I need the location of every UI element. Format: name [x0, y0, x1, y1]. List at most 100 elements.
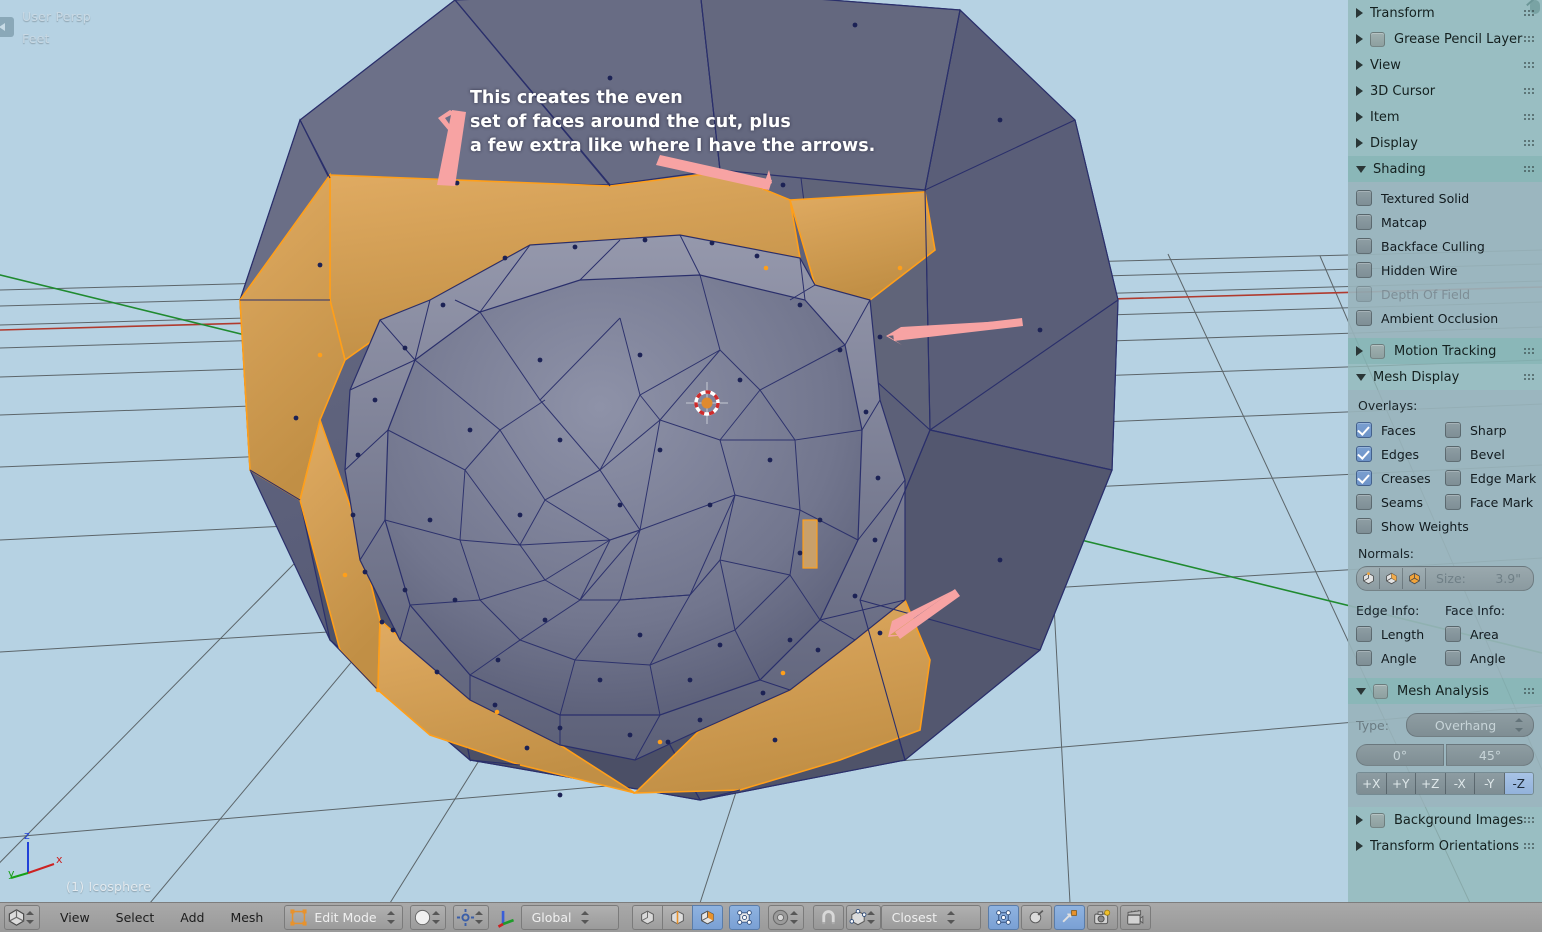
face-select-mode-button[interactable] [691, 905, 723, 930]
edge-select-mode-button[interactable] [661, 905, 692, 930]
panel-header-item[interactable]: Item [1348, 104, 1542, 130]
panel-grip-icon[interactable] [1523, 841, 1536, 851]
panel-enable-checkbox[interactable] [1370, 343, 1385, 359]
panel-grip-icon[interactable] [1523, 8, 1536, 18]
panel-grip-icon[interactable] [1523, 346, 1536, 356]
overlay-bevel[interactable]: Bevel [1445, 442, 1534, 466]
transform-orientation-selector[interactable]: Global [496, 905, 622, 930]
checkbox[interactable] [1356, 494, 1372, 510]
checkbox[interactable] [1445, 494, 1461, 510]
checkbox[interactable] [1356, 262, 1372, 278]
proportional-editing-dropdown[interactable] [767, 905, 804, 930]
checkbox[interactable] [1356, 470, 1372, 486]
render-animation-button[interactable] [1119, 905, 1151, 930]
viewport-shading-selector[interactable] [409, 905, 449, 930]
panel-enable-checkbox[interactable] [1370, 31, 1385, 47]
option-backface-culling[interactable]: Backface Culling [1356, 234, 1534, 258]
snap-target-dropdown[interactable]: Closest [880, 905, 981, 930]
vertex-normal-icon[interactable] [1357, 568, 1380, 589]
editor-type-dropdown[interactable] [4, 905, 40, 930]
panel-header-3d-cursor[interactable]: 3D Cursor [1348, 78, 1542, 104]
panel-header-grease-pencil-layers[interactable]: Grease Pencil Layers [1348, 26, 1542, 52]
panel-header-transform[interactable]: Transform [1348, 0, 1542, 26]
3d-viewport[interactable]: User Persp Feet This creates the even se… [0, 0, 1542, 903]
axis-button-plus-y[interactable]: +Y [1386, 773, 1416, 794]
panel-grip-icon[interactable] [1523, 815, 1536, 825]
analysis-range-max[interactable]: 45° [1446, 744, 1534, 766]
edge-info-length[interactable]: Length [1356, 622, 1445, 646]
checkbox[interactable] [1445, 446, 1461, 462]
face-info-angle[interactable]: Angle [1445, 646, 1534, 670]
menu-mesh[interactable]: Mesh [217, 906, 276, 929]
overlay-creases[interactable]: Creases [1356, 466, 1445, 490]
panel-header-mesh-analysis[interactable]: Mesh Analysis [1348, 678, 1542, 704]
mesh-select-mode-group[interactable] [631, 905, 725, 930]
panel-grip-icon[interactable] [1523, 686, 1536, 696]
snapping-group[interactable]: Closest [812, 905, 984, 930]
checkbox[interactable] [1445, 626, 1461, 642]
checkbox[interactable] [1356, 190, 1372, 206]
checkbox[interactable] [1356, 422, 1372, 438]
checkbox[interactable] [1356, 214, 1372, 230]
checkbox[interactable] [1445, 470, 1461, 486]
panel-header-view[interactable]: View [1348, 52, 1542, 78]
panel-enable-checkbox[interactable] [1373, 683, 1388, 699]
analysis-axis-buttons[interactable]: +X +Y +Z -X -Y -Z [1356, 772, 1534, 795]
mode-dropdown[interactable]: Edit Mode [284, 905, 403, 930]
overlay-edge-mark[interactable]: Edge Mark [1445, 466, 1536, 490]
axis-button-minus-y[interactable]: -Y [1475, 773, 1505, 794]
panel-header-motion-tracking[interactable]: Motion Tracking [1348, 338, 1542, 364]
panel-grip-icon[interactable] [1523, 34, 1536, 44]
panel-grip-icon[interactable] [1523, 60, 1536, 70]
proportional-editing-group[interactable] [767, 905, 807, 930]
panel-header-background-images[interactable]: Background Images [1348, 807, 1542, 833]
viewport-toolbar-collapse-arrow[interactable] [0, 17, 14, 37]
option-textured-solid[interactable]: Textured Solid [1356, 186, 1534, 210]
snap-element-dropdown[interactable] [845, 905, 881, 930]
analysis-type-dropdown[interactable]: Overhang [1406, 713, 1534, 737]
option-ambient-occlusion[interactable]: Ambient Occlusion [1356, 306, 1534, 330]
menu-add[interactable]: Add [167, 906, 217, 929]
interaction-mode-selector[interactable]: Edit Mode [284, 905, 405, 930]
checkbox[interactable] [1356, 238, 1372, 254]
panel-grip-icon[interactable] [1523, 164, 1536, 174]
split-normal-icon[interactable] [1380, 568, 1403, 589]
view-properties-panel[interactable]: Transform Grease Pencil Layers View 3D C… [1348, 0, 1542, 903]
header-menus[interactable]: View Select Add Mesh [47, 906, 276, 929]
shading-dropdown[interactable] [409, 905, 446, 930]
normals-size-slider[interactable]: Size: 3.9" [1426, 571, 1533, 586]
overlay-toggles-group[interactable] [987, 905, 1153, 930]
checkbox[interactable] [1356, 310, 1372, 326]
overlay-sharp[interactable]: Sharp [1445, 418, 1534, 442]
panel-header-transform-orientations[interactable]: Transform Orientations [1348, 833, 1542, 859]
editor-type-selector[interactable] [4, 905, 43, 930]
pivot-point-selector[interactable] [452, 905, 492, 930]
pivot-dropdown[interactable] [452, 905, 489, 930]
option-hidden-wire[interactable]: Hidden Wire [1356, 258, 1534, 282]
occlude-geometry-button[interactable] [1020, 905, 1052, 930]
limit-selection-to-visible-button[interactable] [728, 905, 760, 930]
checkbox[interactable] [1356, 650, 1372, 666]
panel-grip-icon[interactable] [1523, 372, 1536, 382]
overlay-show-weights[interactable]: Show Weights [1356, 514, 1534, 538]
axis-button-plus-x[interactable]: +X [1357, 773, 1387, 794]
overlay-face-mark[interactable]: Face Mark [1445, 490, 1534, 514]
menu-view[interactable]: View [47, 906, 103, 929]
limit-to-visible-group[interactable] [728, 905, 762, 930]
panel-grip-icon[interactable] [1523, 86, 1536, 96]
face-normal-icon[interactable] [1403, 568, 1426, 589]
checkbox[interactable] [1445, 650, 1461, 666]
analysis-range-min[interactable]: 0° [1356, 744, 1444, 766]
menu-select[interactable]: Select [103, 906, 168, 929]
overlay-seams[interactable]: Seams [1356, 490, 1445, 514]
checkbox[interactable] [1356, 626, 1372, 642]
panel-enable-checkbox[interactable] [1370, 812, 1385, 828]
panel-grip-icon[interactable] [1523, 112, 1536, 122]
panel-header-shading[interactable]: Shading [1348, 156, 1542, 182]
panel-header-mesh-display[interactable]: Mesh Display [1348, 364, 1542, 390]
checkbox[interactable] [1356, 446, 1372, 462]
vertex-select-mode-button[interactable] [631, 905, 662, 930]
panel-grip-icon[interactable] [1523, 138, 1536, 148]
option-matcap[interactable]: Matcap [1356, 210, 1534, 234]
render-image-button[interactable] [1086, 905, 1118, 930]
